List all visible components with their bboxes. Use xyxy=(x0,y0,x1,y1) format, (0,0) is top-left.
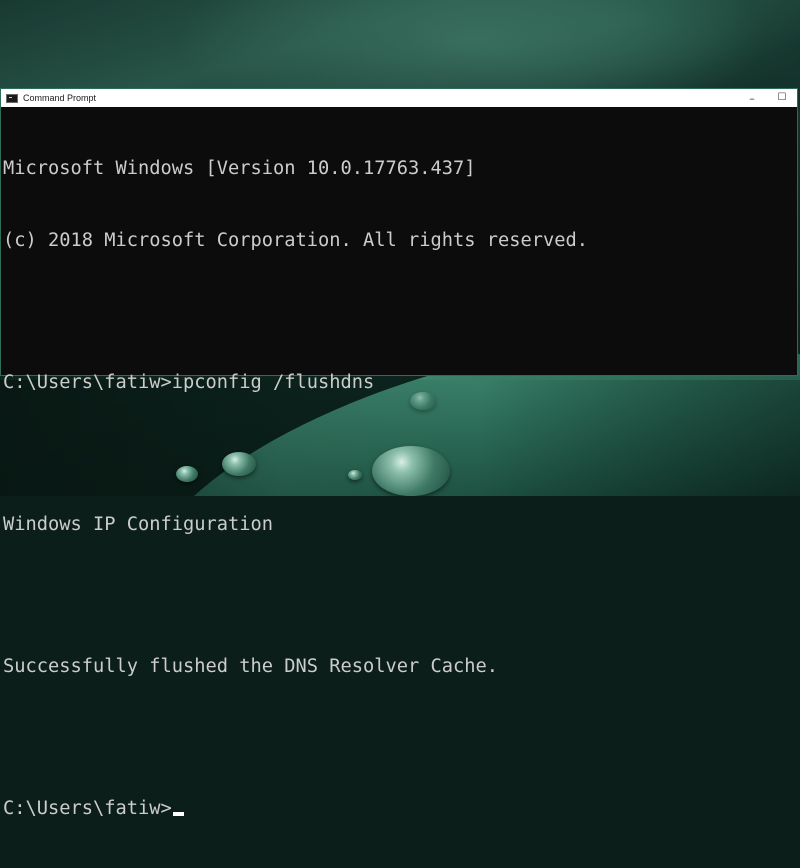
minimize-button[interactable]: – xyxy=(737,89,767,107)
command-prompt-window[interactable]: Command Prompt – ☐ Microsoft Windows [Ve… xyxy=(0,88,798,819)
console-prompt-line[interactable]: C:\Users\fatiw> xyxy=(3,797,797,821)
console-line: Successfully flushed the DNS Resolver Ca… xyxy=(3,656,499,678)
console-line: Microsoft Windows [Version 10.0.17763.43… xyxy=(3,158,476,180)
console-line: (c) 2018 Microsoft Corporation. All righ… xyxy=(3,229,589,251)
maximize-button[interactable]: ☐ xyxy=(767,89,797,107)
title-bar[interactable]: Command Prompt – ☐ xyxy=(1,89,797,107)
console-line: Windows IP Configuration xyxy=(3,513,274,535)
window-title: Command Prompt xyxy=(23,93,97,103)
console-output[interactable]: Microsoft Windows [Version 10.0.17763.43… xyxy=(3,110,797,819)
console-prompt: C:\Users\fatiw> xyxy=(3,798,172,820)
text-cursor xyxy=(172,812,184,817)
console-line: C:\Users\fatiw>ipconfig /flushdns xyxy=(3,371,375,393)
command-prompt-icon xyxy=(6,93,18,103)
